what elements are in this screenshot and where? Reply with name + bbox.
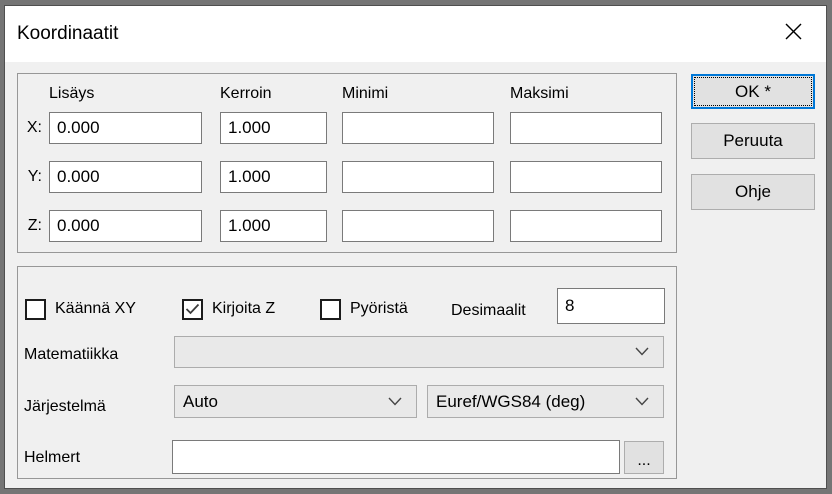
- koordinaatit-dialog: Koordinaatit Lisäys Kerroin Minimi Maksi…: [4, 5, 827, 489]
- jarjestelma-dropdown[interactable]: Auto: [174, 385, 417, 418]
- checkbox-box[interactable]: [25, 299, 46, 320]
- checkbox-label: Käännä XY: [55, 300, 136, 318]
- chevron-down-icon: [635, 393, 649, 411]
- coordinates-group: Lisäys Kerroin Minimi Maksimi X: Y: Z:: [17, 73, 677, 253]
- jarjestelma-label: Järjestelmä: [24, 398, 106, 416]
- column-header-minimi: Minimi: [342, 85, 388, 103]
- z-kerroin-input[interactable]: [220, 210, 327, 242]
- checkbox-label: Pyöristä: [350, 300, 408, 318]
- checkbox-box[interactable]: [182, 299, 203, 320]
- chevron-down-icon: [635, 343, 649, 361]
- helmert-input[interactable]: [172, 440, 620, 474]
- row-label-z: Z:: [20, 217, 42, 235]
- checkbox-label: Kirjoita Z: [212, 300, 275, 318]
- check-icon: [185, 303, 200, 315]
- close-button[interactable]: [760, 6, 826, 62]
- z-lisays-input[interactable]: [49, 210, 202, 242]
- datum-dropdown[interactable]: Euref/WGS84 (deg): [427, 385, 664, 418]
- helmert-label: Helmert: [24, 449, 80, 467]
- close-icon: [784, 22, 803, 46]
- checkbox-kaanna-xy[interactable]: Käännä XY: [25, 298, 136, 320]
- z-minimi-input[interactable]: [342, 210, 494, 242]
- help-button[interactable]: Ohje: [691, 174, 815, 210]
- column-header-kerroin: Kerroin: [220, 85, 272, 103]
- chevron-down-icon: [388, 393, 402, 411]
- z-maksimi-input[interactable]: [510, 210, 662, 242]
- matematiikka-dropdown[interactable]: [174, 336, 664, 368]
- datum-value: Euref/WGS84 (deg): [436, 392, 629, 412]
- column-header-lisays: Lisäys: [49, 85, 94, 103]
- checkbox-kirjoita-z[interactable]: Kirjoita Z: [182, 298, 275, 320]
- column-header-maksimi: Maksimi: [510, 85, 569, 103]
- checkbox-pyorista[interactable]: Pyöristä: [320, 298, 408, 320]
- y-maksimi-input[interactable]: [510, 161, 662, 193]
- cancel-button[interactable]: Peruuta: [691, 123, 815, 159]
- matematiikka-label: Matematiikka: [24, 346, 118, 364]
- dialog-title: Koordinaatit: [17, 23, 118, 45]
- x-lisays-input[interactable]: [49, 112, 202, 144]
- desimaalit-label: Desimaalit: [451, 302, 526, 320]
- x-maksimi-input[interactable]: [510, 112, 662, 144]
- titlebar[interactable]: Koordinaatit: [5, 6, 826, 62]
- ellipsis-label: ...: [637, 458, 650, 464]
- y-lisays-input[interactable]: [49, 161, 202, 193]
- options-group: Käännä XY Kirjoita Z Pyöristä Desimaalit…: [17, 266, 677, 479]
- row-label-x: X:: [20, 119, 42, 137]
- desimaalit-input[interactable]: [557, 288, 665, 324]
- y-kerroin-input[interactable]: [220, 161, 327, 193]
- helmert-browse-button[interactable]: ...: [624, 441, 664, 474]
- ok-button[interactable]: OK *: [691, 74, 815, 109]
- row-label-y: Y:: [20, 168, 42, 186]
- y-minimi-input[interactable]: [342, 161, 494, 193]
- x-kerroin-input[interactable]: [220, 112, 327, 144]
- jarjestelma-value: Auto: [183, 392, 382, 412]
- checkbox-box[interactable]: [320, 299, 341, 320]
- x-minimi-input[interactable]: [342, 112, 494, 144]
